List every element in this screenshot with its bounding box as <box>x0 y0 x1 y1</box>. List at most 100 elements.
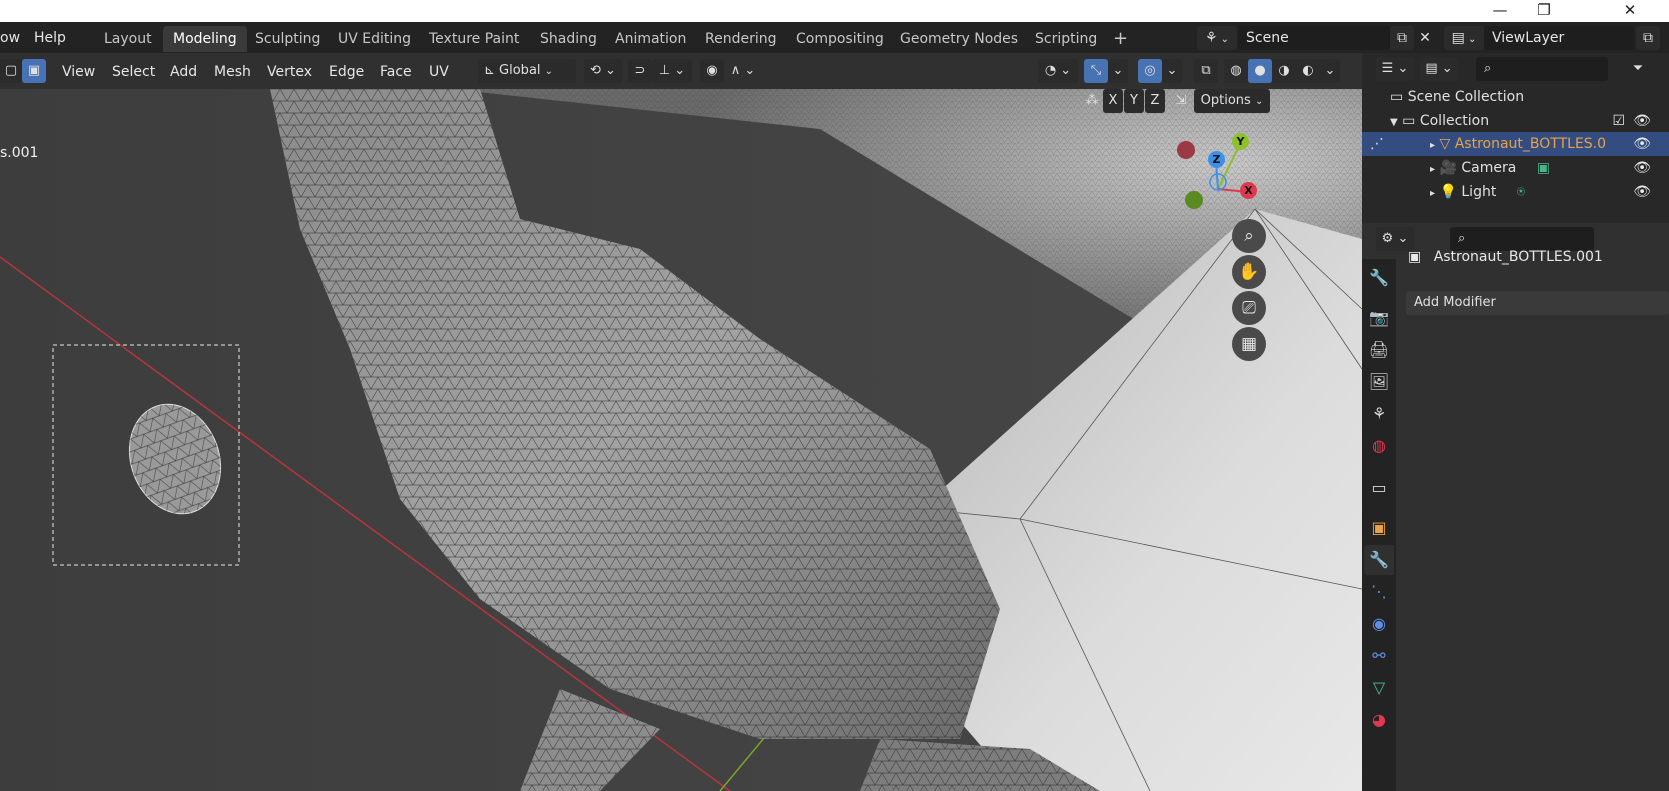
close-button[interactable]: ✕ <box>1610 0 1650 22</box>
add-modifier-button[interactable]: Add Modifier <box>1406 291 1669 315</box>
properties-editor-type-icon[interactable]: ⚙ ⌄ <box>1376 227 1414 251</box>
menu-add[interactable]: Add <box>170 61 197 83</box>
delete-scene-icon[interactable]: ✕ <box>1414 26 1436 50</box>
new-scene-icon[interactable]: ⧉ <box>1390 26 1414 50</box>
menu-select[interactable]: Select <box>112 61 155 83</box>
snap-target-icon[interactable]: ⊥ ⌄ <box>652 59 692 83</box>
tab-texture-paint[interactable]: Texture Paint <box>419 26 529 52</box>
transform-orientation-dropdown[interactable]: ⊾ Global ⌄ <box>478 59 576 83</box>
outliner-item-camera[interactable]: ▸ 🎥 Camera ▣ 👁 <box>1362 156 1669 180</box>
tab-layout[interactable]: Layout <box>94 26 162 52</box>
gizmo-x-axis[interactable]: X <box>1240 182 1257 199</box>
material-tab-icon[interactable]: ◕ <box>1364 705 1394 735</box>
data-tab-icon[interactable]: ▽ <box>1364 673 1394 703</box>
outliner-collection[interactable]: ▼ ▭ Collection ☑ 👁 <box>1362 109 1669 133</box>
physics-tab-icon[interactable]: ◉ <box>1364 609 1394 639</box>
menu-mesh[interactable]: Mesh <box>214 61 251 83</box>
outliner-search-input[interactable]: ⌕ <box>1476 57 1608 81</box>
proportional-edit-icon[interactable]: ◉ <box>700 59 724 83</box>
solid-shading-icon[interactable]: ● <box>1248 59 1272 83</box>
tool-tab-icon[interactable]: 🔧 <box>1364 263 1394 293</box>
scene-tab-icon[interactable]: ⚘ <box>1364 399 1394 429</box>
new-view-layer-icon[interactable]: ⧉ <box>1636 26 1660 50</box>
menu-window[interactable]: ow <box>0 26 26 50</box>
scene-name-field[interactable]: Scene <box>1238 26 1390 50</box>
overlay-toggle-icon[interactable]: ◎ <box>1138 59 1162 83</box>
filter-icon[interactable]: ⏷ <box>1618 57 1658 81</box>
collection-tab-icon[interactable]: ▭ <box>1364 473 1394 503</box>
properties-object-header: ▣ Astronaut_BOTTLES.001 <box>1408 249 1603 265</box>
search-icon: ⌕ <box>1458 231 1466 246</box>
render-tab-icon[interactable]: 📷 <box>1364 303 1394 333</box>
gizmo-dropdown-icon[interactable]: ⌄ <box>1108 59 1128 83</box>
visibility-icon[interactable]: ◔ ⌄ <box>1038 59 1078 83</box>
mirror-x-toggle[interactable]: X <box>1103 89 1123 113</box>
xray-toggle-icon[interactable]: ⧉ <box>1194 59 1218 83</box>
tab-uv-editing[interactable]: UV Editing <box>328 26 421 52</box>
mirror-y-toggle[interactable]: Y <box>1124 89 1144 113</box>
tab-compositing[interactable]: Compositing <box>786 26 894 52</box>
object-tab-icon[interactable]: ▣ <box>1364 513 1394 543</box>
eye-icon[interactable]: 👁 <box>1633 180 1651 204</box>
collection-checkbox-icon[interactable]: ☑ <box>1612 109 1625 133</box>
tab-animation[interactable]: Animation <box>605 26 696 52</box>
particles-tab-icon[interactable]: ⋱ <box>1364 577 1394 607</box>
view-layer-selector[interactable]: ▤ ⌄ <box>1444 26 1484 50</box>
world-tab-icon[interactable]: ◍ <box>1364 431 1394 461</box>
outliner-item-astronaut[interactable]: ⋰ ▸ ▽ Astronaut_BOTTLES.0 👁 <box>1362 132 1669 156</box>
3d-viewport[interactable]: s.001 Y X Z ⁂ X Y Z ⇲ Options ⌄ ⌕ ✋ ⎚ ▦ <box>0 89 1362 791</box>
grid-view-icon[interactable]: ▦ <box>1232 327 1266 361</box>
minimize-button[interactable]: — <box>1480 0 1520 22</box>
tab-modeling[interactable]: Modeling <box>163 26 247 52</box>
menu-edge[interactable]: Edge <box>329 61 364 83</box>
outliner-scene-collection[interactable]: ▭ Scene Collection <box>1362 85 1669 109</box>
menu-vertex[interactable]: Vertex <box>267 61 312 83</box>
pan-hand-icon[interactable]: ✋ <box>1232 255 1266 289</box>
menu-help[interactable]: Help <box>28 26 72 50</box>
menu-uv[interactable]: UV <box>429 61 449 83</box>
shading-dropdown-icon[interactable]: ⌄ <box>1320 59 1340 83</box>
gizmo-toggle-icon[interactable]: ⤡ <box>1084 59 1108 83</box>
constraints-tab-icon[interactable]: ⚯ <box>1364 641 1394 671</box>
eye-icon[interactable]: 👁 <box>1633 109 1651 133</box>
gizmo-y-axis[interactable]: Y <box>1232 133 1249 150</box>
overlay-dropdown-icon[interactable]: ⌄ <box>1162 59 1182 83</box>
tab-sculpting[interactable]: Sculpting <box>245 26 330 52</box>
camera-view-icon[interactable]: ⎚ <box>1232 291 1266 325</box>
falloff-icon[interactable]: ∧ ⌄ <box>724 59 762 83</box>
properties-search-input[interactable]: ⌕ <box>1450 227 1594 251</box>
rendered-shading-icon[interactable]: ◐ <box>1296 59 1320 83</box>
tab-rendering[interactable]: Rendering <box>695 26 787 52</box>
outliner-item-light[interactable]: ▸ 💡 Light ⍟ 👁 <box>1362 180 1669 204</box>
menu-face[interactable]: Face <box>380 61 412 83</box>
output-tab-icon[interactable]: 🖨 <box>1364 335 1394 365</box>
view-layer-name-field[interactable]: ViewLayer <box>1484 26 1634 50</box>
options-dropdown[interactable]: Options ⌄ <box>1194 89 1270 113</box>
auto-merge-icon[interactable]: ⇲ <box>1170 89 1192 113</box>
wireframe-shading-icon[interactable]: ◍ <box>1224 59 1248 83</box>
pivot-point-icon[interactable]: ⟲ ⌄ <box>584 59 622 83</box>
select-mode-face-icon[interactable]: ▣ <box>22 59 46 83</box>
add-workspace-button[interactable]: + <box>1103 26 1138 52</box>
tab-geometry-nodes[interactable]: Geometry Nodes <box>890 26 1028 52</box>
scene-selector[interactable]: ⚘ ⌄ <box>1197 26 1237 50</box>
eye-icon[interactable]: 👁 <box>1633 132 1651 156</box>
restore-button[interactable]: ❐ <box>1524 0 1564 22</box>
zoom-icon[interactable]: ⌕ <box>1232 219 1266 253</box>
mirror-z-toggle[interactable]: Z <box>1145 89 1165 113</box>
tab-shading[interactable]: Shading <box>530 26 607 52</box>
gizmo-z-axis[interactable]: Z <box>1208 151 1225 168</box>
edit-mode-icon[interactable]: ⋰ <box>1370 132 1384 156</box>
tab-scripting[interactable]: Scripting <box>1025 26 1107 52</box>
mirror-icon[interactable]: ⁂ <box>1082 89 1102 113</box>
editor-type-icon[interactable]: ☰ ⌄ <box>1376 57 1414 81</box>
view-layer-tab-icon[interactable]: 🖼 <box>1364 367 1394 397</box>
modifier-tab-icon[interactable]: 🔧 <box>1364 545 1394 575</box>
eye-icon[interactable]: 👁 <box>1633 156 1651 180</box>
menu-view[interactable]: View <box>62 61 95 83</box>
collection-box-icon: ▭ <box>1390 89 1404 105</box>
display-mode-icon[interactable]: ▤ ⌄ <box>1420 57 1458 81</box>
select-mode-vertex-icon[interactable]: ▢ <box>0 59 22 83</box>
material-shading-icon[interactable]: ◑ <box>1272 59 1296 83</box>
snap-toggle-icon[interactable]: ⊃ <box>628 59 652 83</box>
